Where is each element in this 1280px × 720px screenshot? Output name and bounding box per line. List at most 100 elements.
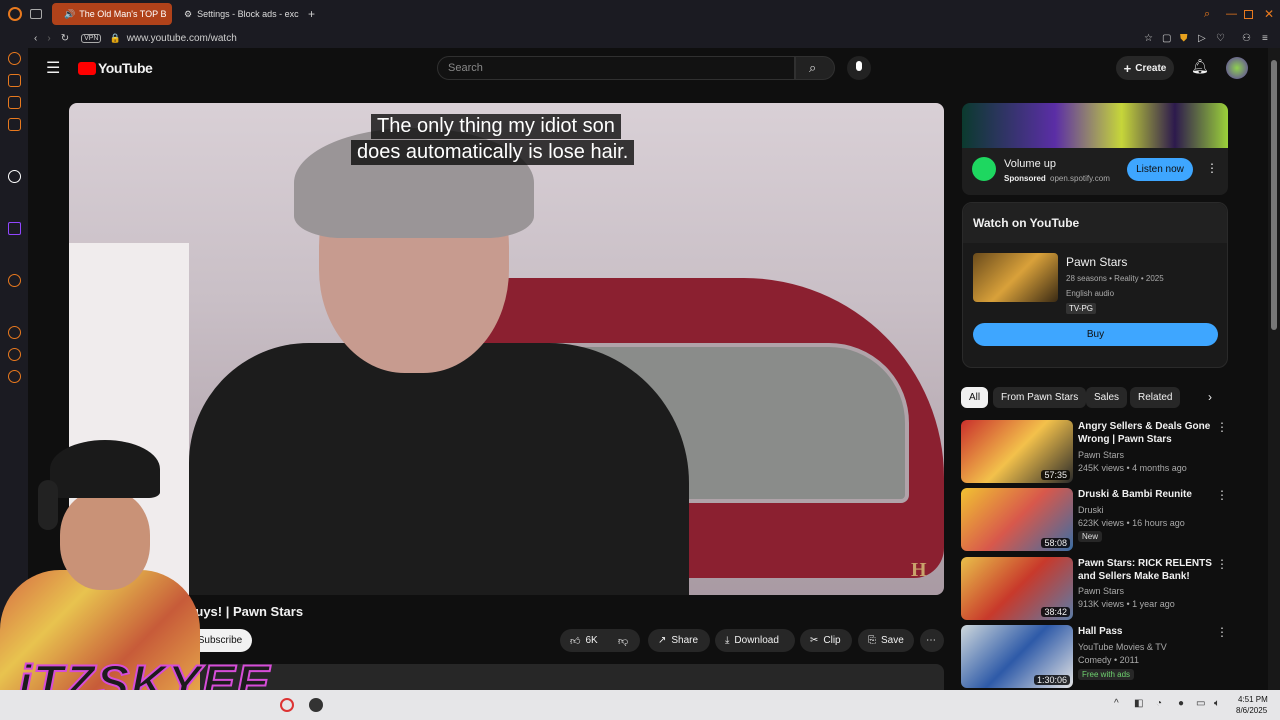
history-icon[interactable] — [8, 326, 21, 339]
tray-chevron-icon[interactable]: ^ — [1114, 698, 1119, 709]
player-icon[interactable]: ▷ — [1198, 33, 1206, 44]
adblock-icon[interactable]: ⛊ — [1180, 33, 1188, 44]
more-vertical-icon[interactable]: ⋮ — [1216, 557, 1228, 571]
opera-taskbar-icon[interactable] — [280, 698, 294, 712]
recommendation-channel[interactable]: Pawn Stars — [1078, 450, 1124, 460]
youtube-logo-icon[interactable] — [78, 62, 96, 75]
description-box[interactable] — [186, 664, 944, 690]
recommendation-thumbnail[interactable]: 38:42 — [961, 557, 1073, 620]
url-text[interactable]: www.youtube.com/watch — [127, 33, 237, 44]
youtube-logo-text[interactable]: YouTube — [98, 60, 153, 76]
ad-card[interactable]: Volume up Sponsored open.spotify.com Lis… — [962, 148, 1228, 195]
gear-icon: ⚙ — [184, 8, 193, 19]
vpn-badge[interactable]: VPN — [81, 33, 102, 43]
clock-date[interactable]: 8/6/2025 — [1236, 706, 1267, 715]
recommendation-channel[interactable]: Pawn Stars — [1078, 586, 1124, 596]
speaker-icon[interactable]: 🔊 — [64, 9, 75, 20]
more-vertical-icon[interactable]: ⋮ — [1216, 420, 1228, 434]
page-scrollbar[interactable] — [1268, 48, 1280, 690]
recommendation-channel[interactable]: YouTube Movies & TV — [1078, 642, 1167, 652]
listen-now-button[interactable]: Listen now — [1127, 158, 1193, 181]
new-tab-icon[interactable]: + — [308, 7, 315, 21]
clip-button[interactable]: ✂ Clip — [800, 629, 852, 652]
save-label: Save — [881, 635, 904, 646]
share-button[interactable]: ↗ Share — [648, 629, 710, 652]
tab-youtube[interactable]: 🔊 The Old Man's TOP B — [52, 3, 172, 25]
recommendation-title[interactable]: Druski & Bambi Reunite — [1078, 488, 1218, 501]
tab-settings[interactable]: ⚙ Settings - Block ads - exc — [176, 3, 300, 25]
maximize-icon[interactable] — [1244, 9, 1253, 19]
aria-icon[interactable] — [8, 170, 21, 183]
notifications-bell-icon[interactable]: 🔔︎ — [1191, 58, 1209, 75]
opera-logo-icon[interactable] — [8, 7, 22, 21]
list-item[interactable]: 38:42 Pawn Stars: RICK RELENTS and Selle… — [961, 557, 1261, 621]
reload-icon[interactable]: ↻ — [61, 33, 69, 44]
forward-icon[interactable]: › — [47, 33, 50, 44]
list-item[interactable]: 1:30:06 Hall Pass YouTube Movies & TV Co… — [961, 625, 1261, 689]
heart-icon[interactable]: ♡ — [1216, 33, 1225, 44]
ai-icon[interactable] — [8, 74, 21, 87]
speed-dial-icon[interactable] — [8, 52, 21, 65]
recommendation-title[interactable]: Hall Pass — [1078, 625, 1218, 638]
voice-search-button[interactable] — [847, 56, 871, 80]
obs-taskbar-icon[interactable] — [309, 698, 323, 712]
snapshot-icon[interactable]: ▢ — [1162, 33, 1171, 44]
buy-button[interactable]: Buy — [973, 323, 1218, 346]
recommendation-thumbnail[interactable]: 1:30:06 — [961, 625, 1073, 688]
dislike-button[interactable]: 👎︎ — [608, 629, 640, 652]
notes-icon[interactable] — [8, 96, 21, 109]
ad-domain: open.spotify.com — [1050, 174, 1110, 183]
more-actions-button[interactable]: ⋯ — [920, 629, 944, 652]
ad-banner-image[interactable] — [962, 103, 1228, 148]
clock-time[interactable]: 4:51 PM — [1238, 695, 1268, 704]
more-vertical-icon[interactable]: ⋮ — [1206, 161, 1218, 175]
settings-icon[interactable] — [8, 370, 21, 383]
recommendation-title[interactable]: Angry Sellers & Deals Gone Wrong | Pawn … — [1078, 420, 1218, 446]
more-vertical-icon[interactable]: ⋮ — [1216, 488, 1228, 502]
tab-label: The Old Man's TOP B — [79, 9, 167, 19]
show-title[interactable]: Pawn Stars — [1066, 255, 1127, 269]
list-item[interactable]: 58:08 Druski & Bambi Reunite Druski 623K… — [961, 488, 1261, 552]
account-icon[interactable]: ⚇ — [1242, 33, 1251, 44]
recommendation-channel[interactable]: Druski — [1078, 505, 1104, 515]
free-with-ads-badge: Free with ads — [1078, 669, 1135, 680]
chips-next-icon[interactable]: › — [1208, 390, 1212, 404]
workspaces-icon[interactable] — [30, 9, 42, 19]
video-player[interactable]: The only thing my idiot son does automat… — [69, 103, 944, 595]
twitch-icon[interactable] — [8, 222, 21, 235]
like-button[interactable]: 👍︎ 6K — [560, 629, 608, 652]
scrollbar-thumb[interactable] — [1271, 60, 1277, 330]
menu-icon[interactable]: ≡ — [1262, 33, 1268, 44]
download-button[interactable]: ⤓ Download — [715, 629, 795, 652]
microphone-tray-icon[interactable]: ● — [1178, 698, 1184, 709]
pawn-stars-thumbnail[interactable] — [973, 253, 1058, 302]
search-tabs-icon[interactable]: ⌕ — [1204, 8, 1210, 21]
volume-icon[interactable]: 🔈︎ — [1214, 698, 1220, 709]
list-item[interactable]: 57:35 Angry Sellers & Deals Gone Wrong |… — [961, 420, 1261, 484]
player-sidebar-icon[interactable] — [8, 274, 21, 287]
save-button[interactable]: ⎘ Save — [858, 629, 914, 652]
network-icon[interactable]: ▭ — [1196, 698, 1205, 709]
chip-all[interactable]: All — [961, 387, 989, 408]
tray-app-icon[interactable]: ◔ — [1156, 698, 1162, 709]
mail-icon[interactable] — [8, 118, 21, 131]
create-button[interactable]: + Create — [1116, 56, 1174, 80]
chip-related[interactable]: Related — [1130, 387, 1181, 408]
hamburger-menu-icon[interactable]: ☰ — [46, 58, 60, 78]
chip-from-pawn-stars[interactable]: From Pawn Stars — [993, 387, 1087, 408]
search-input[interactable]: Search — [437, 56, 795, 80]
bookmark-icon[interactable]: ☆ — [1144, 33, 1153, 44]
lock-icon[interactable]: 🔒 — [109, 33, 120, 44]
more-vertical-icon[interactable]: ⋮ — [1216, 625, 1228, 639]
minimize-icon[interactable]: — — [1226, 8, 1237, 20]
tray-app-icon[interactable]: ◧ — [1134, 698, 1143, 709]
search-button[interactable]: ⌕ — [795, 56, 835, 80]
recommendation-title[interactable]: Pawn Stars: RICK RELENTS and Sellers Mak… — [1078, 557, 1218, 583]
recommendation-thumbnail[interactable]: 58:08 — [961, 488, 1073, 551]
extensions-icon[interactable] — [8, 348, 21, 361]
back-icon[interactable]: ‹ — [34, 33, 37, 44]
close-window-icon[interactable]: ✕ — [1264, 7, 1274, 21]
recommendation-thumbnail[interactable]: 57:35 — [961, 420, 1073, 483]
chip-sales[interactable]: Sales — [1086, 387, 1128, 408]
avatar[interactable] — [1226, 57, 1248, 79]
